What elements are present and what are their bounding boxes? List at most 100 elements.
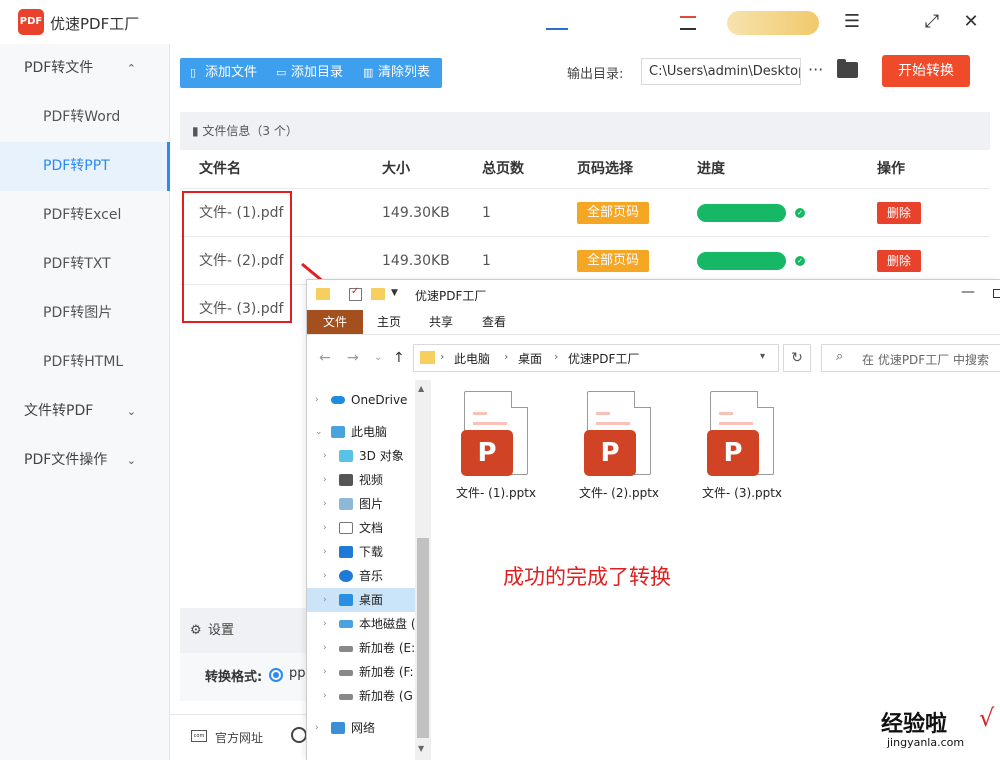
nav-item-documents[interactable]: › 文档 [307, 516, 415, 540]
quick-access-dropdown-icon[interactable]: ▼ [391, 288, 398, 298]
up-arrow-icon[interactable]: ↑ [393, 350, 405, 366]
check-circle-icon: ✓ [795, 208, 805, 218]
clear-list-button[interactable]: ▥ 清除列表 [363, 58, 430, 88]
close-icon[interactable]: ✕ [961, 12, 981, 32]
maximize-icon[interactable] [993, 289, 1000, 298]
check-circle-icon: ✓ [795, 256, 805, 266]
refresh-button[interactable]: ↻ [783, 344, 811, 372]
nav-item-onedrive[interactable]: › OneDrive [307, 388, 415, 412]
scroll-up-icon[interactable]: ▲ [418, 384, 424, 393]
chevron-down-icon: ⌄ [126, 454, 136, 467]
recent-dropdown-icon[interactable]: ⌄ [374, 352, 382, 363]
chevron-down-icon[interactable]: ▾ [760, 351, 765, 362]
add-file-button[interactable]: ▯ 添加文件 [190, 58, 257, 88]
file-info-header: ▮ 文件信息（3 个） [180, 112, 990, 150]
document-icon [339, 522, 353, 534]
network-icon [331, 722, 345, 734]
ribbon-tab-home[interactable]: 主页 [377, 310, 401, 334]
forward-arrow-icon[interactable]: → [347, 350, 359, 366]
breadcrumb-pc[interactable]: 此电脑 [454, 350, 490, 367]
file-pages: 1 [482, 253, 491, 269]
add-directory-button[interactable]: ▭ 添加目录 [276, 58, 343, 88]
file-item-name: 文件- (1).pptx [456, 486, 536, 500]
format-label: 转换格式: [205, 670, 263, 685]
ribbon-tab-share[interactable]: 共享 [429, 310, 453, 334]
nav-item-downloads[interactable]: › 下载 [307, 540, 415, 564]
more-options-button[interactable]: ··· [808, 60, 823, 79]
nav-item-volume-g[interactable]: › 新加卷 (G [307, 684, 415, 708]
search-input[interactable]: ⌕ 在 优速PDF工厂 中搜索 [821, 344, 1000, 372]
toolbar-glyph-icon-2[interactable] [680, 16, 696, 30]
toolbar-glyph-icon[interactable] [546, 16, 568, 30]
support-icon[interactable] [291, 727, 307, 743]
nav-item-this-pc[interactable]: ⌄ 此电脑 [307, 420, 415, 444]
chevron-up-icon: ⌃ [126, 62, 136, 75]
all-pages-button[interactable]: 全部页码 [577, 250, 649, 272]
folder-icon [316, 288, 330, 300]
sidebar-item-pdf-to-word[interactable]: PDF转Word [0, 93, 170, 142]
ribbon-tab-view[interactable]: 查看 [482, 310, 506, 334]
sidebar-item-pdf-to-txt[interactable]: PDF转TXT [0, 240, 170, 289]
ribbon-tab-file[interactable]: 文件 [307, 310, 363, 334]
file-item-pptx-1[interactable]: P 文件- (1).pptx [440, 391, 540, 501]
sidebar-group-pdf-to-file[interactable]: PDF转文件 ⌃ [0, 44, 170, 93]
nav-item-videos[interactable]: › 视频 [307, 468, 415, 492]
format-radio[interactable] [269, 668, 283, 682]
file-toolbar: ▯ 添加文件 ▭ 添加目录 ▥ 清除列表 [180, 58, 442, 88]
fullscreen-icon[interactable]: ⤢ [922, 12, 942, 32]
sidebar-item-pdf-to-image[interactable]: PDF转图片 [0, 289, 170, 338]
col-action: 操作 [877, 161, 905, 177]
new-folder-icon[interactable] [371, 288, 385, 300]
desktop-icon [339, 594, 353, 606]
nav-item-3d-objects[interactable]: › 3D 对象 [307, 444, 415, 468]
sidebar-group-pdf-operations[interactable]: PDF文件操作 ⌄ [0, 436, 170, 485]
delete-button[interactable]: 删除 [877, 250, 921, 272]
sidebar-item-pdf-to-excel[interactable]: PDF转Excel [0, 191, 170, 240]
promo-badge[interactable] [727, 11, 819, 35]
folder-icon [420, 351, 435, 364]
nav-scrollbar-thumb[interactable] [417, 538, 429, 738]
trash-icon: ▥ [363, 66, 374, 79]
watermark-title: 经验啦 [881, 712, 948, 737]
file-icon: ▯ [190, 66, 197, 79]
file-item-pptx-2[interactable]: P 文件- (2).pptx [563, 391, 663, 501]
file-item-pptx-3[interactable]: P 文件- (3).pptx [686, 391, 786, 501]
output-dir-input[interactable]: C:\Users\admin\Desktop [641, 58, 801, 85]
menu-icon[interactable]: ☰ [842, 12, 862, 32]
nav-item-volume-f[interactable]: › 新加卷 (F: [307, 660, 415, 684]
website-link[interactable]: 官方网址 [215, 729, 263, 746]
add-directory-label: 添加目录 [291, 65, 344, 80]
breadcrumb-separator: › [440, 350, 445, 363]
open-folder-icon[interactable] [837, 59, 858, 78]
nav-item-volume-e[interactable]: › 新加卷 (E: [307, 636, 415, 660]
table-row[interactable]: 文件- (1).pdf 149.30KB 1 全部页码 ✓ 删除 [180, 189, 990, 237]
back-arrow-icon[interactable]: ← [319, 350, 331, 366]
drive-icon [339, 646, 353, 652]
nav-item-pictures[interactable]: › 图片 [307, 492, 415, 516]
sidebar-item-pdf-to-ppt[interactable]: PDF转PPT [0, 142, 170, 191]
file-item-name: 文件- (2).pptx [579, 486, 659, 500]
properties-icon[interactable] [349, 286, 362, 301]
scroll-down-icon[interactable]: ▼ [418, 744, 424, 753]
start-convert-button[interactable]: 开始转换 [882, 55, 970, 87]
nav-item-desktop[interactable]: › 桌面 [307, 588, 415, 612]
sidebar-group-file-to-pdf[interactable]: 文件转PDF ⌄ [0, 387, 170, 436]
picture-icon [339, 498, 353, 510]
sidebar-group-label: PDF转文件 [24, 60, 94, 76]
progress-bar [697, 204, 786, 222]
col-page-select: 页码选择 [577, 161, 633, 177]
breadcrumb-current[interactable]: 优速PDF工厂 [568, 350, 639, 367]
nav-item-network[interactable]: › 网络 [307, 716, 415, 740]
minimize-icon[interactable]: — [961, 284, 975, 300]
breadcrumb-desktop[interactable]: 桌面 [518, 350, 542, 367]
address-bar[interactable]: › 此电脑 › 桌面 › 优速PDF工厂 ▾ [413, 344, 779, 372]
nav-item-music[interactable]: › 音乐 [307, 564, 415, 588]
explorer-ribbon: 文件 主页 共享 查看 [307, 310, 1000, 335]
explorer-titlebar: ▼ 优速PDF工厂 — [307, 280, 1000, 310]
address-row: ← → ⌄ ↑ › 此电脑 › 桌面 › 优速PDF工厂 ▾ ↻ ⌕ 在 优速P… [307, 335, 1000, 380]
all-pages-button[interactable]: 全部页码 [577, 202, 649, 224]
nav-item-local-disk[interactable]: › 本地磁盘 ( [307, 612, 415, 636]
settings-header[interactable]: ⚙ 设置 [180, 608, 310, 653]
delete-button[interactable]: 删除 [877, 202, 921, 224]
sidebar-item-pdf-to-html[interactable]: PDF转HTML [0, 338, 170, 387]
